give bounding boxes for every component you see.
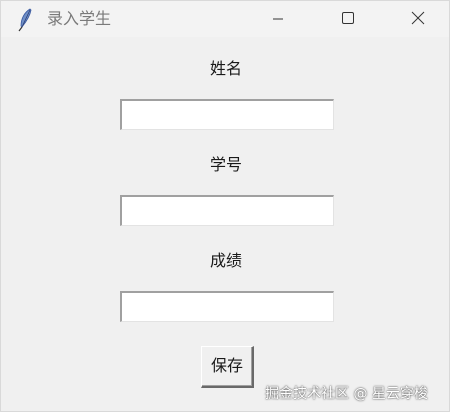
score-input[interactable] — [120, 291, 334, 322]
close-button[interactable] — [395, 1, 441, 37]
maximize-icon — [341, 10, 355, 29]
title-bar[interactable]: 录入学生 — [1, 1, 449, 37]
student-id-input[interactable] — [120, 195, 334, 226]
minimize-button[interactable] — [255, 1, 301, 37]
name-label: 姓名 — [209, 59, 242, 78]
maximize-button[interactable] — [325, 1, 371, 37]
watermark: 掘金技术社区 @ 星云穿梭 — [265, 386, 428, 402]
student-id-label: 学号 — [209, 155, 242, 174]
feather-icon — [16, 8, 36, 32]
score-label: 成绩 — [209, 251, 242, 270]
minimize-icon — [272, 10, 284, 29]
close-icon — [411, 10, 425, 29]
student-entry-window: 录入学生 姓名 学号 成绩 保存 掘金技术社区 @ 星云穿梭 — [0, 0, 450, 412]
name-input[interactable] — [120, 99, 334, 130]
save-button[interactable]: 保存 — [201, 346, 254, 388]
window-title: 录入学生 — [47, 9, 112, 28]
